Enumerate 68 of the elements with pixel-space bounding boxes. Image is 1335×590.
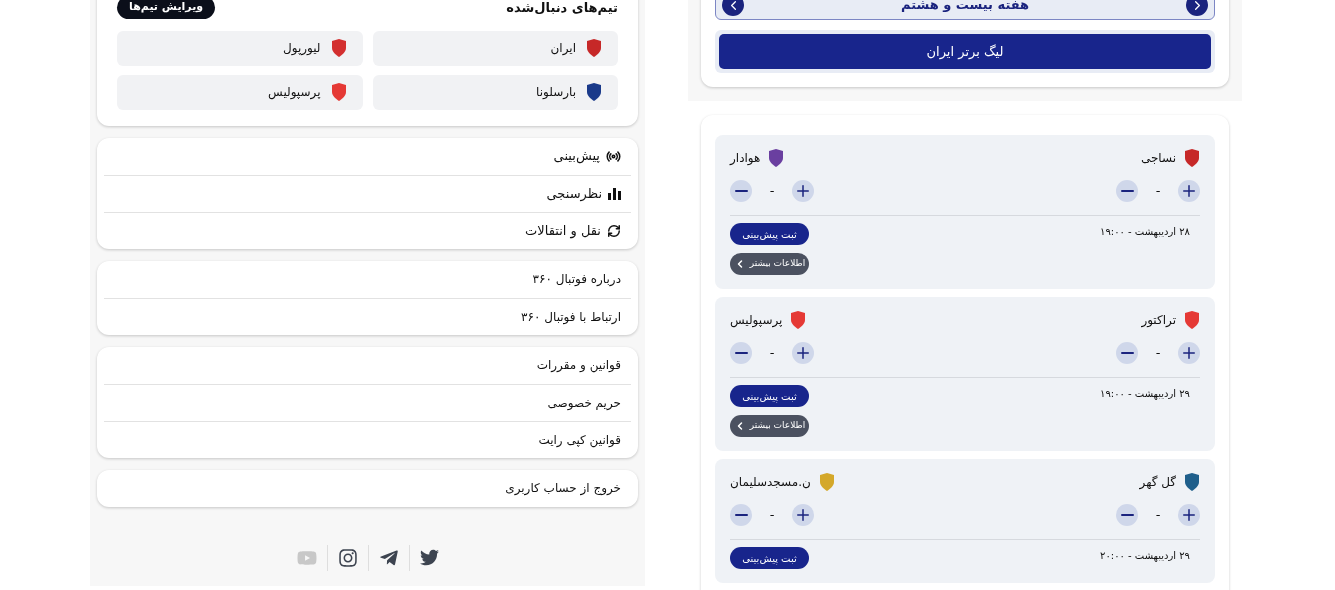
score: - [768,506,776,525]
team-name: گل گهر [1139,474,1176,491]
edit-teams-button[interactable]: ویرایش تیم‌ها [117,0,216,19]
increase-button[interactable] [792,180,814,202]
increase-button[interactable] [1178,342,1200,364]
plus-icon [1180,344,1198,362]
menu-item[interactable]: حریم خصوصی [104,383,631,421]
menu-item[interactable]: ارتباط با فوتبال ۳۶۰ [104,297,631,335]
increase-button[interactable] [792,504,814,526]
menu-item[interactable]: درباره فوتبال ۳۶۰ [104,260,631,298]
score: - [768,344,776,363]
team-name: پرسپولیس [730,312,783,329]
increase-button[interactable] [1178,504,1200,526]
team-name: ن.مسجدسلیمان [730,474,811,491]
match-date: ۲۸ اردیبهشت - ۱۹:۰۰ [1100,225,1191,239]
team-chip[interactable]: پرسپولیس [117,74,363,110]
decrease-button[interactable] [1116,504,1138,526]
plus-icon [1180,506,1198,524]
bar-chart-icon [608,187,621,200]
submit-prediction-button[interactable]: ثبت پیش‌بینی [730,547,809,569]
instagram-icon[interactable] [337,547,358,568]
minus-icon [1120,514,1134,516]
section-title: تیم‌های دنبال‌شده [506,0,618,17]
score: - [1154,344,1162,363]
decrease-button[interactable] [730,342,752,364]
more-info-button[interactable]: اطلاعات بیشتر [730,415,809,437]
team-chip[interactable]: لیورپول [117,30,363,66]
increase-button[interactable] [1178,180,1200,202]
next-week-button[interactable] [1186,0,1208,16]
decrease-button[interactable] [730,180,752,202]
menu-item[interactable]: قوانین و مقررات [104,346,631,384]
minus-icon [734,190,748,192]
minus-icon [734,514,748,516]
twitter-icon[interactable] [419,548,439,567]
week-title: هفته بیست و هشتم [900,0,1030,15]
menu-item[interactable]: نقل و انتقالات [104,211,631,249]
more-info-button[interactable]: اطلاعات بیشتر [730,253,809,275]
score: - [1154,506,1162,525]
decrease-button[interactable] [1116,180,1138,202]
submit-prediction-button[interactable]: ثبت پیش‌بینی [730,223,809,245]
plus-icon [794,344,812,362]
broadcast-icon [606,148,621,164]
decrease-button[interactable] [730,504,752,526]
plus-icon [1180,182,1198,200]
score: - [768,182,776,201]
league-button[interactable]: لیگ برتر ایران [719,34,1211,69]
minus-icon [1120,190,1134,192]
menu-item[interactable]: پیش‌بینی [104,137,631,175]
plus-icon [794,506,812,524]
minus-icon [734,352,748,354]
team-name: تراکتور [1141,312,1176,329]
increase-button[interactable] [792,342,814,364]
plus-icon [794,182,812,200]
team-chip[interactable]: بارسلونا [372,74,618,110]
menu-item[interactable]: قوانین کپی رایت [104,420,631,458]
refresh-icon [607,223,621,238]
match-date: ۲۹ اردیبهشت - ۱۹:۰۰ [1100,387,1191,401]
team-name: هوادار [730,150,761,167]
menu-item[interactable]: نظرسنجی [104,174,631,212]
score: - [1154,182,1162,201]
match-date: ۲۹ اردیبهشت - ۲۰:۰۰ [1100,549,1191,563]
menu-item[interactable]: خروج از حساب کاربری [104,469,631,507]
submit-prediction-button[interactable]: ثبت پیش‌بینی [730,385,809,407]
team-chip[interactable]: ایران [372,30,618,66]
decrease-button[interactable] [1116,342,1138,364]
team-name: نساجی [1140,150,1176,167]
minus-icon [1120,352,1134,354]
previous-week-button[interactable] [722,0,744,16]
